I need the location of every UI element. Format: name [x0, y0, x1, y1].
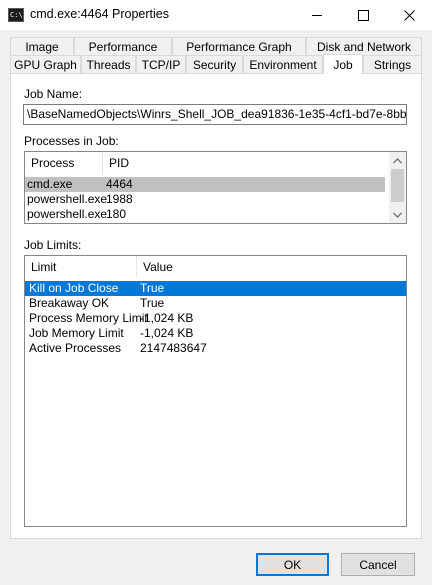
- tab-performance-graph[interactable]: Performance Graph: [172, 37, 306, 56]
- job-limits-label: Job Limits:: [24, 238, 82, 252]
- cancel-button[interactable]: Cancel: [341, 553, 415, 576]
- column-header-process[interactable]: Process: [25, 152, 103, 174]
- limit-value: True: [140, 296, 165, 310]
- process-row[interactable]: cmd.exe 4464: [25, 177, 385, 192]
- limit-name: Breakaway OK: [29, 296, 110, 310]
- process-name: powershell.exe: [27, 207, 108, 221]
- processes-list-header: Process PID: [25, 152, 406, 174]
- tab-tcp-ip[interactable]: TCP/IP: [136, 55, 186, 74]
- chevron-up-icon: [393, 157, 402, 163]
- title-bar: C:\. cmd.exe:4464 Properties: [0, 0, 432, 30]
- tab-performance[interactable]: Performance: [74, 37, 172, 56]
- process-pid: 180: [106, 207, 127, 221]
- limit-row[interactable]: Active Processes 2147483647: [25, 341, 406, 356]
- column-header-limit[interactable]: Limit: [25, 256, 137, 278]
- tab-threads[interactable]: Threads: [81, 55, 136, 74]
- process-pid: 1988: [106, 192, 133, 206]
- limit-name: Process Memory Limit: [29, 311, 148, 325]
- tab-strings[interactable]: Strings: [363, 55, 422, 74]
- limit-row[interactable]: Breakaway OK True: [25, 296, 406, 311]
- ok-button[interactable]: OK: [256, 553, 329, 576]
- limit-row[interactable]: Process Memory Limit -1,024 KB: [25, 311, 406, 326]
- minimize-button[interactable]: [294, 0, 340, 30]
- limit-value: True: [140, 281, 165, 295]
- process-pid: 4464: [106, 177, 133, 191]
- processes-in-job-label: Processes in Job:: [24, 134, 119, 148]
- process-row[interactable]: powershell.exe 1988: [25, 192, 385, 207]
- scroll-up-button[interactable]: [389, 152, 406, 169]
- window-title: cmd.exe:4464 Properties: [30, 7, 169, 21]
- job-limits-list-header: Limit Value: [25, 256, 406, 278]
- process-name: powershell.exe: [27, 192, 108, 206]
- job-tab-panel: Job Name: \BaseNamedObjects\Winrs_Shell_…: [10, 73, 422, 539]
- process-name: cmd.exe: [27, 177, 73, 191]
- close-icon: [403, 9, 415, 21]
- limit-row[interactable]: Kill on Job Close True: [25, 281, 406, 296]
- tab-gpu-graph[interactable]: GPU Graph: [10, 55, 81, 74]
- tab-job[interactable]: Job: [323, 54, 363, 74]
- process-row[interactable]: powershell.exe 180: [25, 207, 385, 222]
- cmd-app-icon: C:\.: [8, 8, 27, 22]
- tab-image[interactable]: Image: [10, 37, 74, 56]
- tab-security[interactable]: Security: [186, 55, 243, 74]
- job-limits-list[interactable]: Limit Value Kill on Job Close True Break…: [24, 255, 407, 527]
- processes-scrollbar[interactable]: [389, 152, 406, 223]
- close-button[interactable]: [386, 0, 432, 30]
- limit-row[interactable]: Job Memory Limit -1,024 KB: [25, 326, 406, 341]
- processes-list[interactable]: Process PID cmd.exe 4464 powershell.exe …: [24, 151, 407, 224]
- limit-name: Job Memory Limit: [29, 326, 124, 340]
- limit-name: Kill on Job Close: [29, 281, 119, 295]
- maximize-button[interactable]: [340, 0, 386, 30]
- limit-name: Active Processes: [29, 341, 122, 355]
- limit-value: 2147483647: [140, 341, 207, 355]
- maximize-icon: [357, 9, 369, 21]
- limit-value: -1,024 KB: [140, 311, 194, 325]
- column-header-value[interactable]: Value: [137, 256, 337, 278]
- minimize-icon: [311, 14, 322, 16]
- job-name-field[interactable]: \BaseNamedObjects\Winrs_Shell_JOB_dea918…: [23, 104, 407, 125]
- scroll-thumb[interactable]: [391, 169, 404, 202]
- scroll-down-button[interactable]: [389, 206, 406, 223]
- tab-environment[interactable]: Environment: [243, 55, 323, 74]
- chevron-down-icon: [393, 212, 402, 218]
- job-name-label: Job Name:: [24, 87, 83, 101]
- tab-strip: Image Performance Performance Graph Disk…: [10, 37, 422, 74]
- column-header-pid[interactable]: PID: [103, 152, 303, 174]
- limit-value: -1,024 KB: [140, 326, 194, 340]
